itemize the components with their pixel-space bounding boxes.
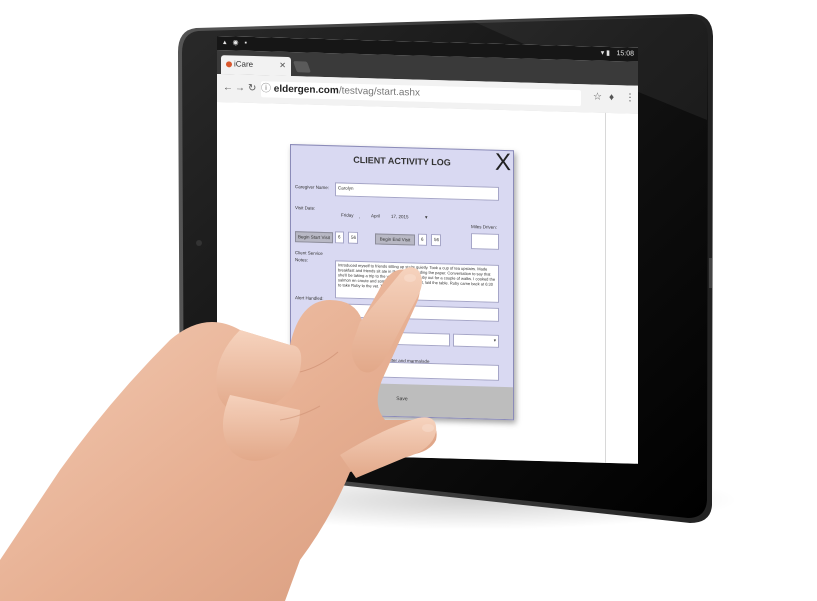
hand-illustration — [0, 267, 437, 601]
